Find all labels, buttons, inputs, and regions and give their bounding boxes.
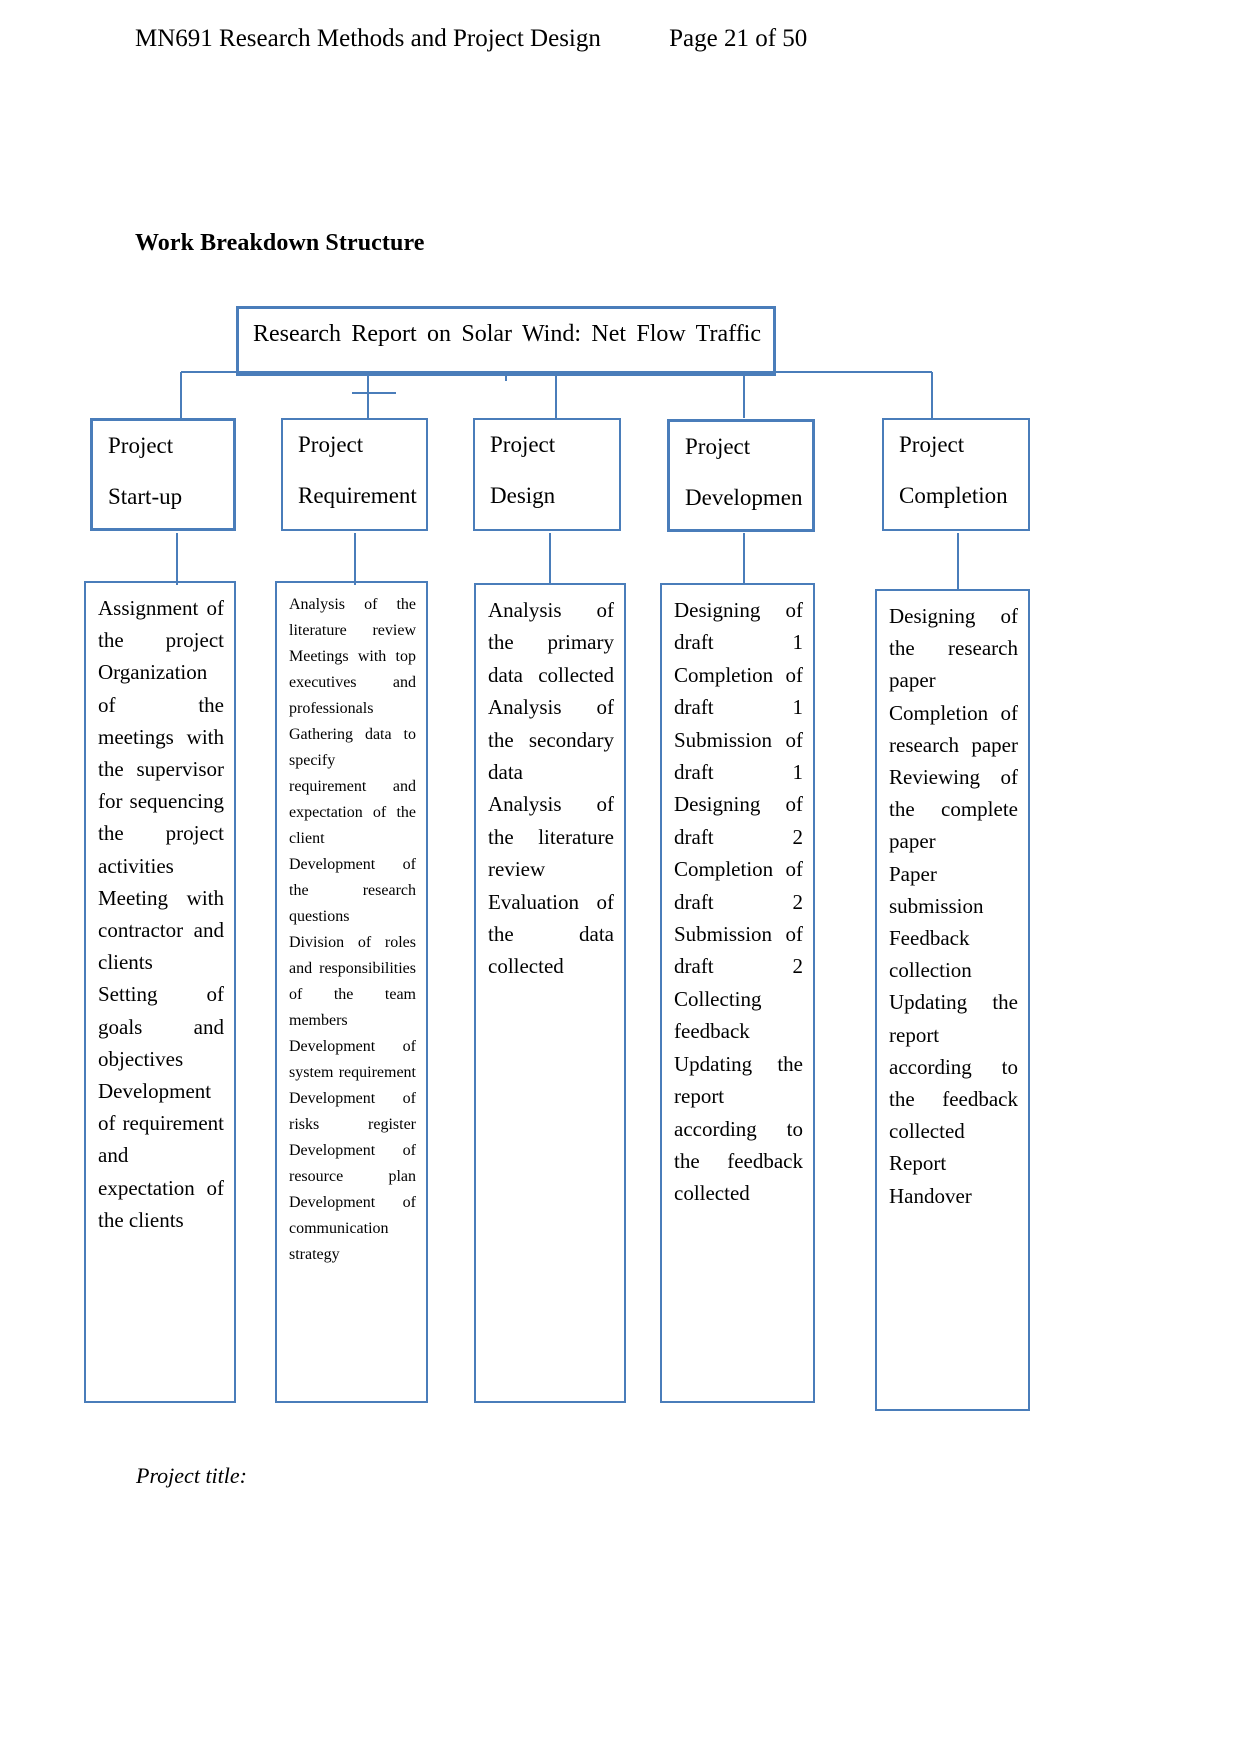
- task-list-2: Analysis of the literature review Meetin…: [289, 592, 416, 1268]
- task-item: Analysis of the secondary data: [488, 695, 614, 785]
- task-list-box-5: Designing of the research paper Completi…: [875, 589, 1030, 1411]
- task-item: Meetings with top executives and profess…: [289, 648, 416, 717]
- phase-box-3: Project Design: [473, 418, 621, 531]
- task-item: Development of system requirement: [289, 1038, 416, 1081]
- task-item: Submission of draft 1: [674, 727, 803, 785]
- task-list-4: Designing of draft 1 Completion of draft…: [674, 594, 803, 1210]
- task-item: Designing of draft 1: [674, 598, 803, 655]
- phase-2-title-line1: Project: [298, 432, 364, 457]
- task-item: Development of resource plan: [289, 1142, 416, 1185]
- phase-1-title-line2: Start-up: [108, 484, 183, 509]
- task-list-5: Designing of the research paper Completi…: [889, 600, 1018, 1212]
- phase-box-2: Project Requirement: [281, 418, 428, 531]
- task-item: Gathering data to specify requirement an…: [289, 726, 416, 847]
- project-title-label: Project title:: [136, 1463, 247, 1488]
- task-item: Designing of the research paper: [889, 604, 1018, 693]
- task-list-1: Assignment of the project Organization o…: [98, 592, 224, 1236]
- task-item: Evaluation of the data collected: [488, 889, 614, 979]
- phase-box-1: Project Start-up: [90, 418, 236, 531]
- task-item: Division of roles and responsibilities o…: [289, 934, 416, 1029]
- task-item: Analysis of the literature review: [488, 792, 614, 882]
- phase-3-title-line1: Project: [490, 432, 556, 457]
- task-item: Development of requirement and expectati…: [98, 1079, 224, 1232]
- phase-3-title-line2: Design: [490, 483, 556, 508]
- phase-5-title-line2: Completion: [899, 483, 1008, 508]
- root-node-box: Research Report on Solar Wind: Net Flow …: [236, 306, 776, 376]
- task-item: Analysis of the primary data collected: [488, 598, 614, 687]
- task-item: Designing of draft 2: [674, 792, 803, 849]
- phase-box-4: Project Developmen: [667, 419, 815, 532]
- task-item: Updating the report according to the fee…: [674, 1051, 803, 1206]
- task-list-3: Analysis of the primary data collected A…: [488, 594, 614, 983]
- work-breakdown-structure-diagram: Research Report on Solar Wind: Net Flow …: [0, 0, 1241, 1754]
- task-item: Updating the report according to the fee…: [889, 990, 1018, 1144]
- task-item: Completion of research paper: [889, 700, 1018, 757]
- task-item: Analysis of the literature review: [289, 596, 416, 639]
- root-node-label: Research Report on Solar Wind: Net Flow …: [253, 321, 761, 347]
- task-list-box-1: Assignment of the project Organization o…: [84, 581, 236, 1403]
- phase-4-title-line2: Developmen: [685, 485, 803, 510]
- task-item: Development of communication strategy: [289, 1194, 416, 1263]
- phase-box-5: Project Completion: [882, 418, 1030, 531]
- task-item: Report Handover: [889, 1151, 972, 1208]
- task-item: Paper submission: [889, 861, 984, 918]
- task-list-box-3: Analysis of the primary data collected A…: [474, 583, 626, 1403]
- task-item: Collecting feedback: [674, 986, 762, 1044]
- phase-4-title-line1: Project: [685, 434, 751, 459]
- task-item: Assignment of the project: [98, 596, 224, 653]
- task-item: Submission of draft 2: [674, 922, 803, 979]
- task-item: Development of risks register: [289, 1090, 416, 1133]
- task-item: Feedback collection: [889, 926, 972, 983]
- task-item: Development of the research questions: [289, 856, 416, 925]
- task-item: Reviewing of the complete paper: [889, 765, 1018, 854]
- phase-1-title-line1: Project: [108, 433, 174, 458]
- task-list-box-4: Designing of draft 1 Completion of draft…: [660, 583, 815, 1403]
- task-item: Setting of goals and objectives: [98, 982, 224, 1071]
- task-item: Meeting with contractor and clients: [98, 885, 224, 975]
- task-item: Completion of draft 1: [674, 662, 803, 720]
- phase-5-title-line1: Project: [899, 432, 965, 457]
- task-item: Organization of the meetings with the su…: [98, 660, 224, 878]
- task-list-box-2: Analysis of the literature review Meetin…: [275, 581, 428, 1403]
- task-item: Completion of draft 2: [674, 857, 803, 914]
- phase-2-title-line2: Requirement: [298, 483, 417, 508]
